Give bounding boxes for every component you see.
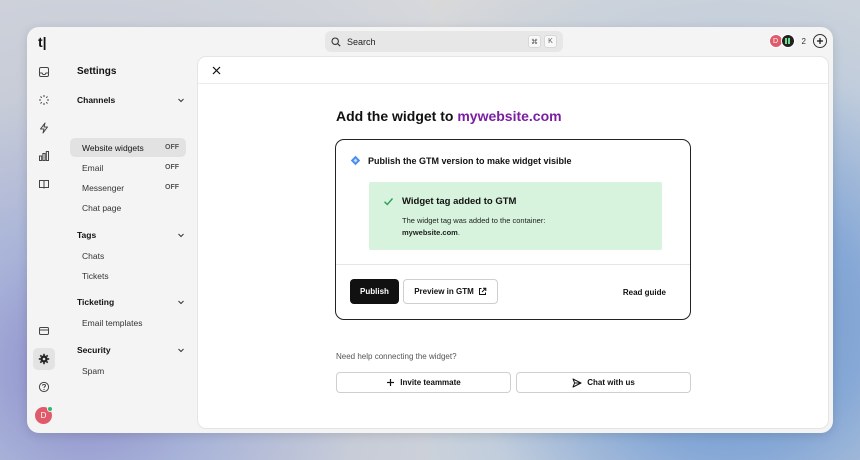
success-title: Widget tag added to GTM <box>402 196 517 207</box>
sidebar-item-label: Email templates <box>82 317 143 328</box>
chevron-down-icon <box>178 300 184 305</box>
sidebar-item-label: Tickets <box>82 270 109 281</box>
chevron-down-icon <box>178 348 184 353</box>
invite-label: Invite teammate <box>400 378 461 387</box>
website-link: mywebsite.com <box>457 108 562 124</box>
sparkle-icon <box>39 95 49 105</box>
success-message: The widget tag was added to the containe… <box>402 215 652 239</box>
sidebar-title: Settings <box>77 66 117 77</box>
chat-label: Chat with us <box>587 378 635 387</box>
gtm-diamond-icon <box>350 155 361 166</box>
plus-icon <box>387 379 395 386</box>
chevron-down-icon <box>178 98 184 103</box>
add-member-button[interactable] <box>813 34 827 48</box>
sidebar-item-email[interactable]: Email OFF <box>70 158 186 177</box>
status-badge: OFF <box>165 164 179 171</box>
team-avatar[interactable] <box>780 34 795 48</box>
rail-reports[interactable] <box>33 145 55 167</box>
sidebar-item-label: Website widgets <box>82 142 144 153</box>
panel-header <box>198 57 828 84</box>
section-tags[interactable]: Tags <box>77 230 185 240</box>
section-security[interactable]: Security <box>77 345 185 355</box>
search-placeholder: Search <box>347 36 376 47</box>
help-text: Need help connecting the widget? <box>336 352 457 361</box>
icon-rail: D <box>27 57 61 433</box>
shortcut-key-k: K <box>544 35 557 48</box>
settings-sidebar: Settings Channels Website widgets OFF Em… <box>61 57 193 433</box>
page-title-prefix: Add the widget to <box>336 108 458 124</box>
sidebar-item-email-templates[interactable]: Email templates <box>70 313 186 332</box>
read-guide-link[interactable]: Read guide <box>623 288 666 297</box>
success-message-suffix: . <box>457 228 460 237</box>
container-name: mywebsite.com <box>402 228 458 237</box>
main-panel: Add the widget to mywebsite.com Publish … <box>198 57 828 428</box>
card-header: Publish the GTM version to make widget v… <box>350 155 572 166</box>
rail-settings[interactable] <box>33 348 55 370</box>
chat-with-us-button[interactable]: Chat with us <box>516 372 691 393</box>
profile-avatar[interactable]: D <box>35 406 53 424</box>
profile-avatar-initial: D <box>40 411 47 420</box>
send-icon <box>572 378 582 387</box>
lightning-icon <box>40 122 48 134</box>
rail-inbox[interactable] <box>33 61 55 83</box>
book-icon <box>39 180 49 189</box>
sidebar-item-spam[interactable]: Spam <box>70 361 186 380</box>
preview-label: Preview in GTM <box>414 287 474 296</box>
section-channels[interactable]: Channels <box>77 95 185 105</box>
section-label: Tags <box>77 230 97 240</box>
checkmark-icon <box>384 198 394 206</box>
search-bar[interactable]: Search ⌘ K <box>325 31 563 52</box>
status-badge: OFF <box>165 144 179 151</box>
gtm-card: Publish the GTM version to make widget v… <box>335 139 691 320</box>
sidebar-item-chats[interactable]: Chats <box>70 246 186 265</box>
shortcut-key-cmd: ⌘ <box>528 35 541 48</box>
sidebar-item-label: Messenger <box>82 182 125 193</box>
inbox-icon <box>39 67 49 77</box>
analytics-icon <box>39 151 50 161</box>
sidebar-item-tickets[interactable]: Tickets <box>70 266 186 285</box>
sidebar-item-messenger[interactable]: Messenger OFF <box>70 178 186 197</box>
online-status-dot <box>47 406 53 412</box>
section-label: Ticketing <box>77 297 115 307</box>
section-ticketing[interactable]: Ticketing <box>77 297 185 307</box>
search-icon <box>331 36 341 47</box>
sidebar-item-label: Spam <box>82 365 105 376</box>
sidebar-item-chat-page[interactable]: Chat page <box>70 198 186 217</box>
card-divider <box>336 264 690 265</box>
app-window: t| Search ⌘ K D 2 D Settings Channels We… <box>27 27 833 433</box>
app-logo[interactable]: t| <box>38 34 47 50</box>
invite-teammate-button[interactable]: Invite teammate <box>336 372 511 393</box>
billing-icon <box>39 327 49 335</box>
rail-engage[interactable] <box>33 89 55 111</box>
card-title: Publish the GTM version to make widget v… <box>368 155 572 166</box>
plus-icon <box>817 38 823 44</box>
top-bar: t| Search ⌘ K D 2 <box>27 27 833 57</box>
sidebar-item-label: Chat page <box>82 202 122 213</box>
preview-in-gtm-button[interactable]: Preview in GTM <box>403 279 498 304</box>
member-count: 2 <box>801 36 806 46</box>
gear-icon <box>38 353 50 365</box>
top-right-controls: D 2 <box>768 34 827 48</box>
page-title: Add the widget to mywebsite.com <box>336 108 562 124</box>
publish-button[interactable]: Publish <box>350 279 399 304</box>
help-icon <box>38 381 50 393</box>
rail-billing[interactable] <box>33 320 55 342</box>
sidebar-item-label: Email <box>82 162 104 173</box>
close-icon[interactable] <box>212 66 221 75</box>
rail-help[interactable] <box>33 376 55 398</box>
rail-knowledge[interactable] <box>33 173 55 195</box>
sidebar-item-label: Chats <box>82 250 105 261</box>
external-link-icon <box>478 287 487 295</box>
success-banner: Widget tag added to GTM The widget tag w… <box>369 182 662 250</box>
rail-automation[interactable] <box>33 117 55 139</box>
chevron-down-icon <box>178 233 184 238</box>
sidebar-item-website-widgets[interactable]: Website widgets OFF <box>70 138 186 157</box>
section-label: Security <box>77 345 111 355</box>
status-badge: OFF <box>165 184 179 191</box>
success-message-text: The widget tag was added to the containe… <box>402 216 546 225</box>
section-label: Channels <box>77 95 116 105</box>
